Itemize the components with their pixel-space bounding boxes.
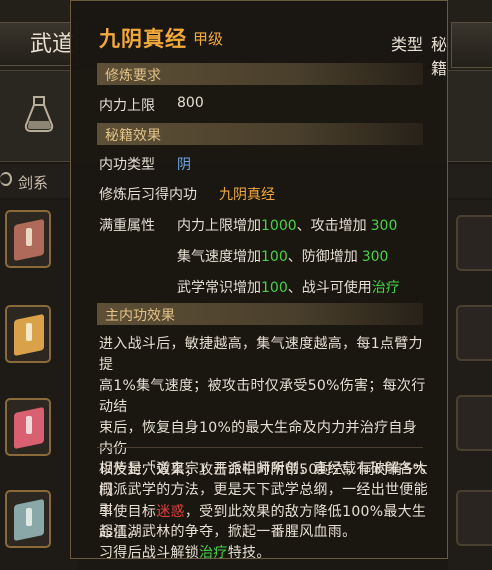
book-slot[interactable]: [5, 305, 51, 363]
req-value: 800: [177, 95, 204, 111]
section-title: 主内功效果: [105, 308, 175, 324]
section-requirements: 修炼要求: [97, 63, 423, 85]
full-attr-line: 内力上限增加1000、攻击增加 300: [177, 218, 398, 234]
divider: [97, 447, 423, 448]
book-slot[interactable]: [456, 490, 492, 546]
flask-icon[interactable]: [22, 95, 56, 135]
full-attr-line: 集气速度增加100、防御增加 300: [177, 249, 389, 265]
item-title: 九阴真经: [99, 27, 187, 51]
item-grade: 甲级: [193, 30, 224, 48]
filter-label[interactable]: 剑系: [18, 172, 48, 193]
book-slot[interactable]: [456, 215, 492, 271]
book-slot[interactable]: [456, 395, 492, 451]
book-slot[interactable]: [5, 490, 51, 548]
book-slot[interactable]: [456, 305, 492, 361]
item-tooltip: 九阴真经 甲级 类型 秘籍 修炼要求 内力上限 800 秘籍效果 内功类型 阴 …: [70, 0, 448, 561]
learn-label: 修炼后习得内功: [99, 187, 197, 203]
tab-right-edge[interactable]: [451, 22, 492, 68]
neigong-type-label: 内功类型: [99, 157, 155, 173]
item-type-label: 类型: [391, 35, 424, 54]
req-label: 内力上限: [99, 98, 155, 114]
neigong-type-value: 阴: [177, 157, 191, 173]
learn-value: 九阴真经: [219, 187, 275, 203]
section-title: 修炼要求: [105, 68, 161, 84]
item-type-value: 秘籍: [431, 35, 448, 78]
book-slot[interactable]: [5, 210, 51, 268]
full-attr-label: 满重属性: [99, 218, 155, 234]
lore-text: 相传是「道玄宗」开派祖师所创，真经载有破解各大 门派武学的方法，更是天下武学总纲…: [99, 461, 428, 561]
skill-heal: 治疗: [199, 545, 228, 561]
section-main-effect: 主内功效果: [97, 303, 423, 325]
full-attr-line: 武学常识增加100、战斗可使用治疗: [177, 280, 400, 296]
radio-icon[interactable]: [0, 172, 12, 186]
book-slot[interactable]: [5, 398, 51, 456]
section-effects: 秘籍效果: [97, 123, 423, 145]
tab-wudao[interactable]: 武道: [0, 22, 78, 66]
section-title: 秘籍效果: [105, 128, 161, 144]
